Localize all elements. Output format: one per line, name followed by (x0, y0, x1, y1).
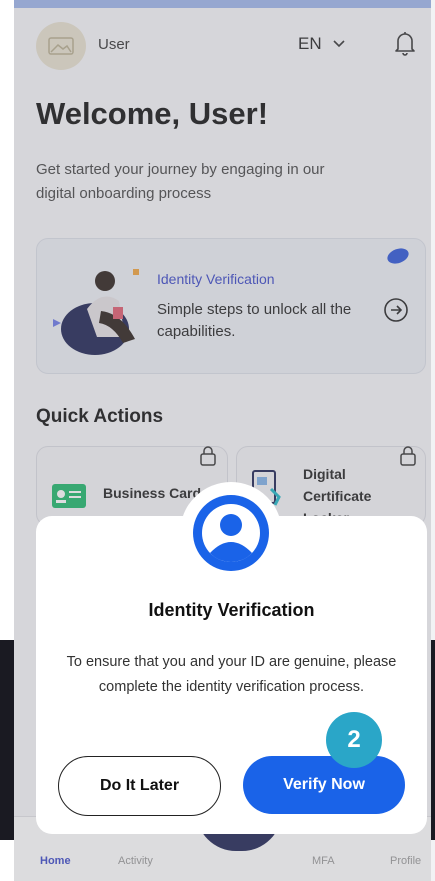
dialog-title: Identity Verification (148, 600, 315, 620)
verify-now-button[interactable]: Verify Now (243, 756, 405, 814)
user-circle-icon (193, 495, 269, 571)
background-app-left (0, 0, 14, 881)
background-app-right (431, 0, 435, 881)
dialog-message: To ensure that you and your ID are genui… (66, 654, 397, 695)
do-it-later-button[interactable]: Do It Later (58, 756, 221, 816)
dialog-user-badge (180, 482, 282, 584)
step-number-badge: 2 (326, 712, 382, 768)
app-screen: User EN Welcome, User! Get started your … (14, 0, 431, 881)
